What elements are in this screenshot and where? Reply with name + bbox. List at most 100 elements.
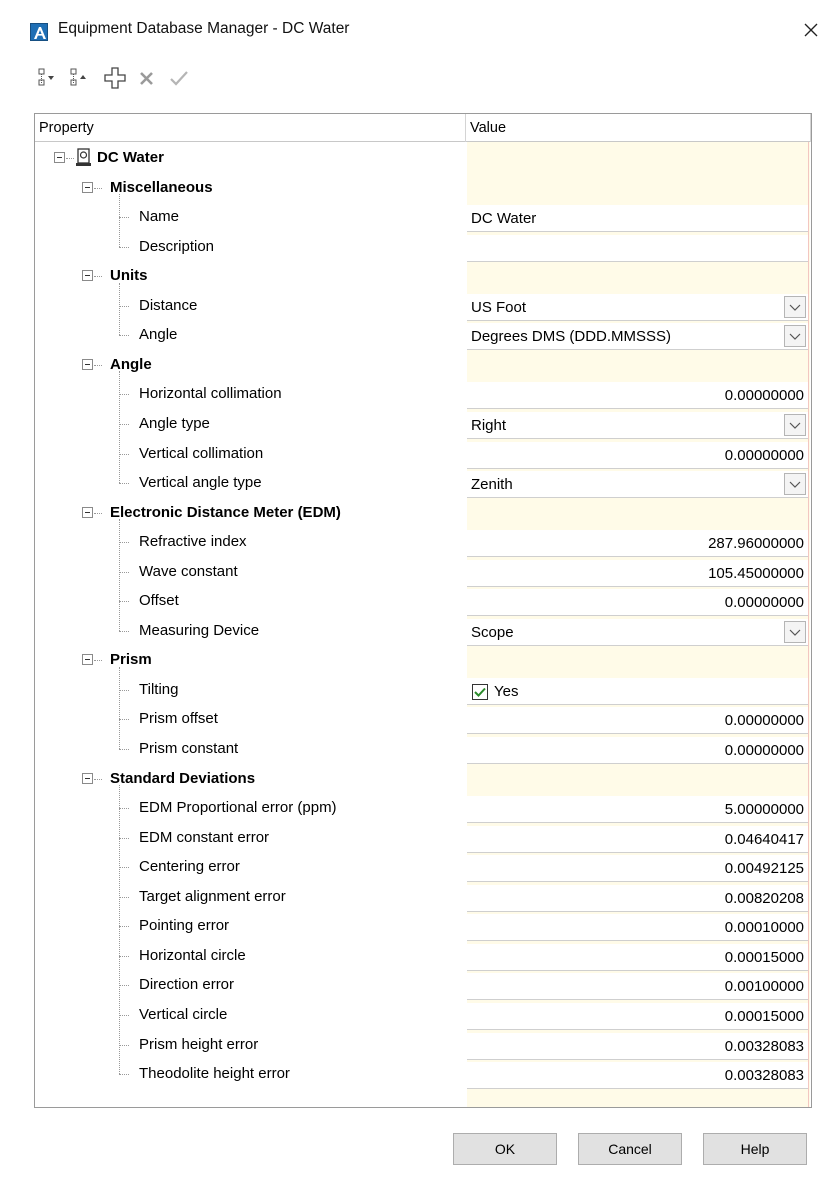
dropdown-button[interactable] (784, 414, 806, 436)
property-row[interactable]: Vertical circle 0.00015000 (35, 1000, 811, 1030)
property-row[interactable]: Measuring Device Scope (35, 616, 811, 646)
section-row[interactable]: Angle (35, 350, 811, 380)
add-button[interactable] (102, 65, 128, 91)
section-row[interactable]: Miscellaneous (35, 173, 811, 203)
value-cell[interactable]: 0.00010000 (467, 914, 808, 941)
property-label: Horizontal circle (139, 947, 246, 964)
value-cell[interactable]: 0.00000000 (467, 707, 808, 734)
section-label: Miscellaneous (110, 179, 213, 196)
property-row[interactable]: Angle Degrees DMS (DDD.MMSSS) (35, 320, 811, 350)
value-cell[interactable]: Zenith (467, 471, 808, 498)
value-cell[interactable]: 0.04640417 (467, 826, 808, 853)
property-row[interactable]: Wave constant 105.45000000 (35, 557, 811, 587)
tree-connector (119, 690, 129, 691)
ok-button[interactable]: OK (453, 1133, 557, 1165)
apply-button[interactable] (166, 65, 192, 91)
property-row[interactable]: Prism constant 0.00000000 (35, 734, 811, 764)
property-row[interactable]: Direction error 0.00100000 (35, 970, 811, 1000)
value-cell[interactable]: 0.00328083 (467, 1033, 808, 1060)
value-cell[interactable]: 0.00000000 (467, 442, 808, 469)
collapse-toggle[interactable] (82, 182, 93, 193)
tree-connector (119, 335, 129, 336)
property-row[interactable]: Angle type Right (35, 409, 811, 439)
property-label: Prism offset (139, 710, 218, 727)
section-row[interactable]: Electronic Distance Meter (EDM) (35, 498, 811, 528)
section-row[interactable]: Prism (35, 645, 811, 675)
checkbox-label: Yes (494, 683, 519, 700)
collapse-toggle[interactable] (82, 270, 93, 281)
value-cell[interactable]: 0.00015000 (467, 944, 808, 971)
section-row[interactable]: Units (35, 261, 811, 291)
help-button[interactable]: Help (703, 1133, 807, 1165)
value-cell[interactable]: Right (467, 412, 808, 439)
delete-button[interactable] (134, 65, 160, 91)
property-label: Target alignment error (139, 888, 286, 905)
collapse-toggle[interactable] (54, 152, 65, 163)
value-cell[interactable]: 0.00000000 (467, 737, 808, 764)
tree-connector (119, 808, 129, 809)
collapse-toggle[interactable] (82, 359, 93, 370)
dropdown-button[interactable] (784, 621, 806, 643)
property-row[interactable]: Centering error 0.00492125 (35, 852, 811, 882)
collapse-toggle[interactable] (82, 654, 93, 665)
dropdown-button[interactable] (784, 296, 806, 318)
value-cell[interactable]: 5.00000000 (467, 796, 808, 823)
value-cell[interactable]: 0.00000000 (467, 589, 808, 616)
property-row[interactable]: EDM constant error 0.04640417 (35, 823, 811, 853)
value-cell[interactable]: 105.45000000 (467, 560, 808, 587)
tree-root-row[interactable]: DC Water (35, 143, 811, 173)
property-row[interactable]: Name DC Water (35, 202, 811, 232)
property-row[interactable]: Offset 0.00000000 (35, 586, 811, 616)
property-row[interactable]: Prism offset 0.00000000 (35, 704, 811, 734)
property-row[interactable]: Pointing error 0.00010000 (35, 911, 811, 941)
autocad-app-icon (30, 23, 48, 41)
value-cell[interactable]: 0.00820208 (467, 885, 808, 912)
dropdown-button[interactable] (784, 473, 806, 495)
column-header-property[interactable]: Property (35, 114, 466, 142)
tree-connector (119, 719, 129, 720)
value-cell[interactable]: 0.00492125 (467, 855, 808, 882)
property-row[interactable]: Horizontal collimation 0.00000000 (35, 379, 811, 409)
property-row[interactable]: EDM Proportional error (ppm) 5.00000000 (35, 793, 811, 823)
cancel-button[interactable]: Cancel (578, 1133, 682, 1165)
property-row[interactable]: Tilting Yes (35, 675, 811, 705)
value-cell[interactable]: 0.00015000 (467, 1003, 808, 1030)
value-cell[interactable]: US Foot (467, 294, 808, 321)
expand-all-button[interactable] (68, 65, 94, 91)
chevron-down-icon (789, 481, 801, 488)
value-cell[interactable] (467, 235, 808, 262)
tilting-checkbox[interactable] (472, 684, 488, 700)
close-button[interactable] (796, 14, 825, 46)
property-row[interactable]: Vertical angle type Zenith (35, 468, 811, 498)
value-text: 0.04640417 (724, 831, 804, 848)
value-cell[interactable]: 0.00000000 (467, 382, 808, 409)
property-row[interactable]: Target alignment error 0.00820208 (35, 882, 811, 912)
tree-guide (119, 283, 120, 335)
value-cell[interactable]: 0.00328083 (467, 1062, 808, 1089)
tree-connector (119, 1015, 129, 1016)
column-header-value[interactable]: Value (466, 114, 811, 142)
collapse-all-button[interactable] (36, 65, 62, 91)
section-row[interactable]: Standard Deviations (35, 764, 811, 794)
collapse-toggle[interactable] (82, 507, 93, 518)
property-row[interactable]: Prism height error 0.00328083 (35, 1030, 811, 1060)
value-cell[interactable]: 287.96000000 (467, 530, 808, 557)
property-row[interactable]: Distance US Foot (35, 291, 811, 321)
value-cell[interactable]: Scope (467, 619, 808, 646)
property-label: Name (139, 208, 180, 225)
property-row[interactable]: Horizontal circle 0.00015000 (35, 941, 811, 971)
value-cell[interactable]: DC Water (467, 205, 808, 232)
property-label: Description (139, 238, 215, 255)
collapse-toggle[interactable] (82, 773, 93, 784)
value-cell[interactable]: 0.00100000 (467, 973, 808, 1000)
value-cell[interactable]: Yes (467, 678, 808, 705)
property-label: Distance (139, 297, 198, 314)
property-row[interactable]: Theodolite height error 0.00328083 (35, 1059, 811, 1089)
property-row[interactable]: Vertical collimation 0.00000000 (35, 439, 811, 469)
property-row[interactable]: Refractive index 287.96000000 (35, 527, 811, 557)
property-row[interactable]: Description (35, 232, 811, 262)
dropdown-value: Right (471, 417, 507, 434)
tree-connector (119, 394, 129, 395)
value-cell[interactable]: Degrees DMS (DDD.MMSSS) (467, 323, 808, 350)
dropdown-button[interactable] (784, 325, 806, 347)
